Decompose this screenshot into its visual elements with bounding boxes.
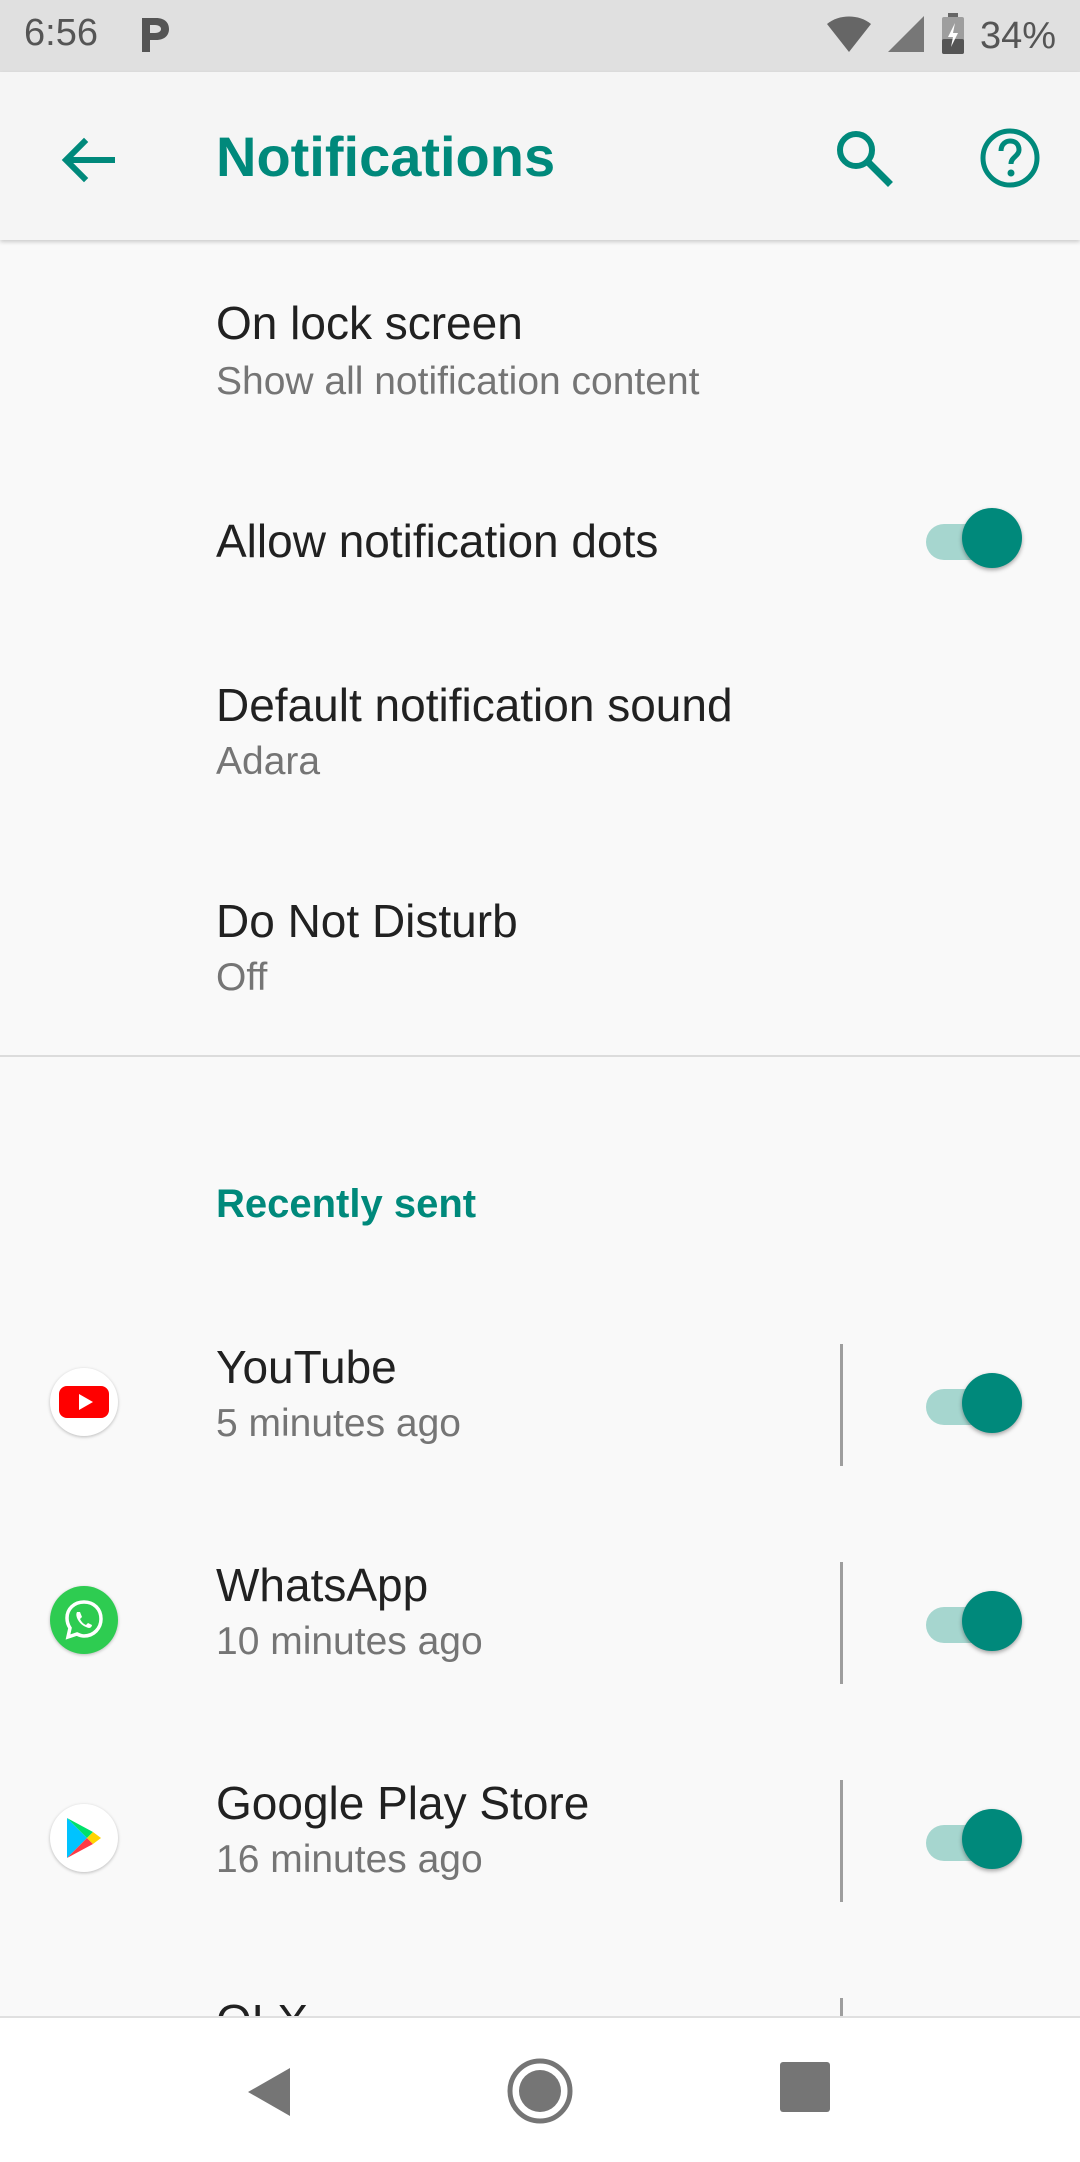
parking-notification-icon bbox=[138, 14, 172, 59]
app-bar: Notifications bbox=[0, 72, 1080, 240]
recently-sent-header: Recently sent bbox=[216, 1182, 477, 1226]
search-icon bbox=[837, 131, 893, 187]
app-time: 5 minutes ago bbox=[216, 1402, 461, 1445]
app-name: WhatsApp bbox=[216, 1559, 429, 1611]
app-time: 16 minutes ago bbox=[216, 1838, 483, 1881]
wifi-icon bbox=[826, 14, 872, 59]
whatsapp-toggle[interactable] bbox=[922, 1591, 1022, 1651]
app-name: YouTube bbox=[216, 1341, 397, 1393]
setting-title: Do Not Disturb bbox=[216, 895, 518, 947]
setting-notification-dots[interactable]: Allow notification dots bbox=[0, 458, 1080, 622]
row-separator bbox=[840, 1344, 843, 1466]
setting-notification-sound[interactable]: Default notification sound Adara bbox=[0, 622, 1080, 838]
cellular-signal-icon bbox=[886, 14, 926, 59]
app-name: Google Play Store bbox=[216, 1777, 590, 1829]
youtube-toggle[interactable] bbox=[922, 1373, 1022, 1433]
nav-home-button[interactable] bbox=[503, 2054, 577, 2128]
google-play-icon bbox=[50, 1804, 118, 1872]
setting-lock-screen[interactable]: On lock screen Show all notification con… bbox=[0, 240, 1080, 458]
notification-dots-toggle[interactable] bbox=[922, 508, 1022, 568]
row-separator bbox=[840, 1998, 843, 2016]
row-separator bbox=[840, 1562, 843, 1684]
nav-back-icon bbox=[248, 2068, 290, 2116]
battery-percentage: 34% bbox=[979, 14, 1056, 57]
setting-subtitle: Off bbox=[216, 956, 268, 999]
nav-home-icon bbox=[507, 2058, 573, 2124]
app-row-whatsapp[interactable]: WhatsApp 10 minutes ago bbox=[0, 1506, 1080, 1724]
arrow-back-icon bbox=[61, 137, 115, 183]
divider bbox=[0, 1055, 1080, 1057]
help-button[interactable] bbox=[972, 120, 1048, 196]
status-time: 6:56 bbox=[24, 12, 98, 54]
toggle-thumb bbox=[962, 1591, 1022, 1651]
toggle-thumb bbox=[962, 508, 1022, 568]
nav-back-button[interactable] bbox=[240, 2062, 300, 2122]
toggle-thumb bbox=[962, 1809, 1022, 1869]
help-icon bbox=[980, 128, 1040, 188]
battery-icon bbox=[940, 12, 966, 60]
search-button[interactable] bbox=[826, 120, 902, 196]
status-icons: 34% bbox=[826, 10, 1056, 62]
setting-subtitle: Adara bbox=[216, 740, 321, 783]
navigation-bar bbox=[0, 2016, 1080, 2162]
toggle-thumb bbox=[962, 1373, 1022, 1433]
app-name: OLX bbox=[216, 1994, 308, 2016]
row-separator bbox=[840, 1780, 843, 1902]
setting-subtitle: Show all notification content bbox=[216, 360, 700, 403]
nav-recents-button[interactable] bbox=[780, 2062, 830, 2112]
whatsapp-icon bbox=[50, 1586, 118, 1654]
app-row-olx[interactable]: OLX bbox=[0, 1942, 1080, 2016]
app-row-youtube[interactable]: YouTube 5 minutes ago bbox=[0, 1288, 1080, 1506]
app-row-google-play-store[interactable]: Google Play Store 16 minutes ago bbox=[0, 1724, 1080, 1942]
setting-title: Allow notification dots bbox=[216, 515, 659, 567]
status-bar: 6:56 34% bbox=[0, 0, 1080, 72]
setting-do-not-disturb[interactable]: Do Not Disturb Off bbox=[0, 838, 1080, 1054]
setting-title: Default notification sound bbox=[216, 679, 733, 731]
setting-title: On lock screen bbox=[216, 297, 523, 349]
google-play-toggle[interactable] bbox=[922, 1809, 1022, 1869]
app-time: 10 minutes ago bbox=[216, 1620, 483, 1663]
page-title: Notifications bbox=[216, 125, 556, 188]
youtube-icon bbox=[50, 1368, 118, 1436]
back-button[interactable] bbox=[46, 122, 126, 202]
settings-list: On lock screen Show all notification con… bbox=[0, 240, 1080, 2016]
